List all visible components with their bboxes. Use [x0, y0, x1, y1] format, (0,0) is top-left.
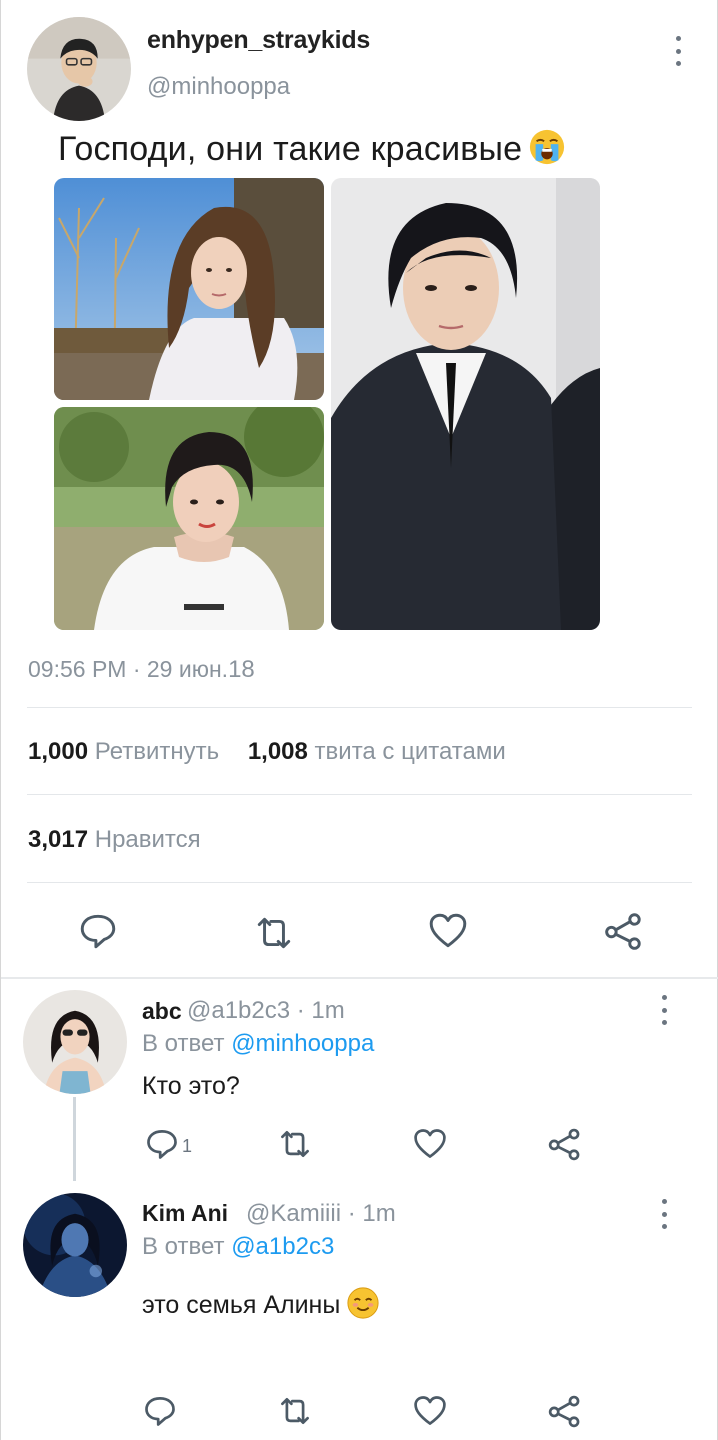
reply-1-share-icon[interactable]	[547, 1126, 583, 1162]
quotes-label: твита с цитатами	[314, 738, 506, 765]
reply-2-text: это семья Алины	[142, 1286, 380, 1320]
tweet-photo-2[interactable]	[54, 407, 324, 630]
reply-2-reply-icon[interactable]	[142, 1393, 178, 1429]
reply-1-like-icon[interactable]	[412, 1126, 448, 1162]
like-stats[interactable]: 3,017 Нравится	[28, 826, 201, 854]
reply-2-like-icon[interactable]	[412, 1393, 448, 1429]
reply-1-meta: @a1b2c3 · 1m	[187, 997, 345, 1024]
smiling-face-icon	[346, 1286, 380, 1320]
loudly-crying-face-icon	[528, 128, 566, 166]
tweet-timestamp: 09:56 PM · 29 июн.18	[28, 656, 255, 684]
reply-icon[interactable]	[77, 910, 119, 952]
share-icon[interactable]	[603, 910, 645, 952]
tweet-time: 09:56 PM · 29 июн.	[28, 656, 229, 682]
reply-2-meta: @Kamiiii · 1m	[246, 1200, 396, 1227]
reply-2-reply-prefix: В ответ	[142, 1233, 225, 1260]
thread-line	[73, 1097, 76, 1181]
likes-label: Нравится	[94, 826, 201, 853]
reply-2-mention-link[interactable]: @a1b2c3	[231, 1233, 334, 1260]
author-display-name[interactable]: enhypen_straykids	[147, 26, 370, 55]
reply-1-avatar[interactable]	[23, 990, 127, 1094]
reply-1-name[interactable]: abc	[142, 998, 182, 1025]
tweet-page: enhypen_straykids @minhooppa Господи, он…	[0, 0, 718, 1440]
like-icon[interactable]	[427, 910, 469, 952]
retweets-count: 1,000	[28, 738, 89, 765]
divider	[27, 882, 692, 883]
reply-1-reply-count: 1	[182, 1136, 193, 1156]
author-handle[interactable]: @minhooppa	[147, 73, 290, 101]
reply-1-retweet-icon[interactable]	[277, 1126, 313, 1162]
reply-2-name[interactable]: Kim Ani	[142, 1200, 228, 1227]
tweet-year: 18	[228, 656, 255, 683]
section-divider	[1, 977, 718, 979]
tweet-text: Господи, они такие красивые	[58, 128, 566, 169]
reply-1-more-icon[interactable]	[659, 995, 669, 1025]
reply-2-text-body: это семья Алины	[142, 1291, 341, 1319]
tweet-photo-1[interactable]	[54, 178, 324, 400]
tweet-photo-3[interactable]	[331, 178, 600, 630]
reply-2-more-icon[interactable]	[659, 1199, 669, 1229]
likes-count: 3,017	[28, 826, 89, 853]
quotes-count: 1,008	[247, 738, 308, 765]
reply-1-text: Кто это?	[142, 1072, 240, 1100]
retweets-label: Ретвитнуть	[94, 738, 220, 765]
reply-1-reply-prefix: В ответ	[142, 1030, 225, 1057]
tweet-text-body: Господи, они такие красивые	[58, 130, 523, 168]
reply-1-reply-icon[interactable]	[144, 1126, 180, 1162]
author-avatar[interactable]	[27, 17, 131, 121]
reply-2-retweet-icon[interactable]	[277, 1393, 313, 1429]
reply-1-reply-to: В ответ @minhooppa	[142, 1030, 374, 1058]
reply-1-mention-link[interactable]: @minhooppa	[231, 1030, 374, 1057]
retweet-icon[interactable]	[253, 912, 295, 954]
retweet-stats[interactable]: 1,000 Ретвитнуть 1,008 твита с цитатами	[28, 738, 506, 766]
more-options-icon[interactable]	[673, 36, 683, 66]
divider	[27, 707, 692, 708]
reply-2-avatar[interactable]	[23, 1193, 127, 1297]
reply-2-share-icon[interactable]	[547, 1393, 583, 1429]
reply-2-reply-to: В ответ @a1b2c3	[142, 1233, 334, 1261]
divider	[27, 794, 692, 795]
